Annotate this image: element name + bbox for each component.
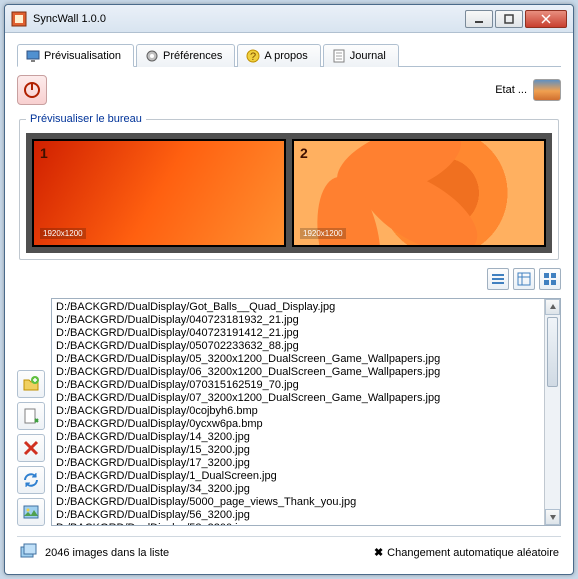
help-icon: ? bbox=[246, 49, 260, 63]
file-list-item[interactable]: D:/BACKGRD/DualDisplay/06_3200x1200_Dual… bbox=[56, 366, 540, 379]
preview-fieldset: Prévisualiser le bureau 1 1920x1200 2 19… bbox=[19, 113, 559, 260]
details-icon bbox=[517, 272, 531, 286]
apply-button[interactable] bbox=[17, 498, 45, 526]
middle-area: D:/BACKGRD/DualDisplay/Got_Balls__Quad_D… bbox=[17, 298, 561, 526]
app-icon bbox=[11, 11, 27, 27]
tab-about[interactable]: ? A propos bbox=[237, 44, 320, 67]
file-list-item[interactable]: D:/BACKGRD/DualDisplay/040723191412_21.j… bbox=[56, 327, 540, 340]
file-list-item[interactable]: D:/BACKGRD/DualDisplay/040723181932_21.j… bbox=[56, 314, 540, 327]
scroll-thumb[interactable] bbox=[547, 317, 558, 387]
preview-legend: Prévisualiser le bureau bbox=[26, 113, 146, 125]
app-window: SyncWall 1.0.0 Prévisualisation Préféren… bbox=[4, 4, 574, 575]
view-list-button[interactable] bbox=[487, 268, 509, 290]
file-list-item[interactable]: D:/BACKGRD/DualDisplay/Got_Balls__Quad_D… bbox=[56, 301, 540, 314]
refresh-icon bbox=[22, 471, 40, 489]
grid-icon bbox=[543, 272, 557, 286]
tab-preferences[interactable]: Préférences bbox=[136, 44, 235, 67]
power-icon bbox=[23, 81, 41, 99]
random-label: Changement automatique aléatoire bbox=[387, 547, 559, 559]
maximize-button[interactable] bbox=[495, 10, 523, 28]
tab-label: Prévisualisation bbox=[44, 50, 121, 62]
add-folder-button[interactable] bbox=[17, 370, 45, 398]
tab-label: Préférences bbox=[163, 50, 222, 62]
image-count-label: 2046 images dans la liste bbox=[45, 547, 169, 559]
remove-button[interactable] bbox=[17, 434, 45, 462]
list-icon bbox=[491, 272, 505, 286]
svg-text:?: ? bbox=[250, 51, 256, 63]
monitor-resolution: 1920x1200 bbox=[300, 228, 346, 239]
file-add-icon bbox=[22, 407, 40, 425]
tab-preview[interactable]: Prévisualisation bbox=[17, 44, 134, 67]
file-list-item[interactable]: D:/BACKGRD/DualDisplay/58_3200.jpg bbox=[56, 522, 540, 525]
file-list-item[interactable]: D:/BACKGRD/DualDisplay/34_3200.jpg bbox=[56, 483, 540, 496]
log-icon bbox=[332, 49, 346, 63]
file-list-item[interactable]: D:/BACKGRD/DualDisplay/05_3200x1200_Dual… bbox=[56, 353, 540, 366]
scrollbar[interactable] bbox=[544, 299, 560, 525]
window-title: SyncWall 1.0.0 bbox=[33, 13, 463, 25]
add-file-button[interactable] bbox=[17, 402, 45, 430]
gear-icon bbox=[145, 49, 159, 63]
view-details-button[interactable] bbox=[513, 268, 535, 290]
file-list-item[interactable]: D:/BACKGRD/DualDisplay/050702233632_88.j… bbox=[56, 340, 540, 353]
monitor-resolution: 1920x1200 bbox=[40, 228, 86, 239]
minimize-button[interactable] bbox=[465, 10, 493, 28]
scroll-down-button[interactable] bbox=[545, 509, 560, 525]
file-list-item[interactable]: D:/BACKGRD/DualDisplay/56_3200.jpg bbox=[56, 509, 540, 522]
desktop-preview[interactable]: 1 1920x1200 2 1920x1200 bbox=[26, 133, 552, 253]
state-thumbnail[interactable] bbox=[533, 79, 561, 101]
delete-icon bbox=[22, 439, 40, 457]
file-list-item[interactable]: D:/BACKGRD/DualDisplay/070315162519_70.j… bbox=[56, 379, 540, 392]
side-toolbar bbox=[17, 298, 45, 526]
file-list-item[interactable]: D:/BACKGRD/DualDisplay/5000_page_views_T… bbox=[56, 496, 540, 509]
random-off-icon: ✖ bbox=[374, 546, 383, 559]
state-area: Etat ... bbox=[495, 79, 561, 101]
title-bar[interactable]: SyncWall 1.0.0 bbox=[5, 5, 573, 33]
close-button[interactable] bbox=[525, 10, 567, 28]
file-list-item[interactable]: D:/BACKGRD/DualDisplay/07_3200x1200_Dual… bbox=[56, 392, 540, 405]
scroll-up-button[interactable] bbox=[545, 299, 560, 315]
file-list-item[interactable]: D:/BACKGRD/DualDisplay/1_DualScreen.jpg bbox=[56, 470, 540, 483]
tab-journal[interactable]: Journal bbox=[323, 44, 399, 67]
view-thumbnails-button[interactable] bbox=[539, 268, 561, 290]
monitor-icon bbox=[26, 49, 40, 63]
top-row: Etat ... bbox=[17, 73, 561, 107]
view-toolbar bbox=[17, 266, 561, 292]
refresh-button[interactable] bbox=[17, 466, 45, 494]
file-list-panel: D:/BACKGRD/DualDisplay/Got_Balls__Quad_D… bbox=[51, 298, 561, 526]
monitor-number: 1 bbox=[40, 145, 48, 161]
monitor-number: 2 bbox=[300, 145, 308, 161]
file-list-item[interactable]: D:/BACKGRD/DualDisplay/0cojbyh6.bmp bbox=[56, 405, 540, 418]
folder-add-icon bbox=[22, 375, 40, 393]
tab-strip: Prévisualisation Préférences ? A propos … bbox=[17, 43, 561, 67]
file-list-item[interactable]: D:/BACKGRD/DualDisplay/14_3200.jpg bbox=[56, 431, 540, 444]
state-label: Etat ... bbox=[495, 84, 527, 96]
monitor-2[interactable]: 2 1920x1200 bbox=[292, 139, 546, 247]
tab-label: Journal bbox=[350, 50, 386, 62]
file-list[interactable]: D:/BACKGRD/DualDisplay/Got_Balls__Quad_D… bbox=[52, 299, 544, 525]
picture-icon bbox=[22, 503, 40, 521]
file-list-item[interactable]: D:/BACKGRD/DualDisplay/15_3200.jpg bbox=[56, 444, 540, 457]
stack-icon bbox=[19, 541, 39, 564]
status-bar: 2046 images dans la liste ✖ Changement a… bbox=[17, 536, 561, 564]
tab-label: A propos bbox=[264, 50, 307, 62]
client-area: Prévisualisation Préférences ? A propos … bbox=[5, 33, 573, 574]
power-button[interactable] bbox=[17, 75, 47, 105]
file-list-item[interactable]: D:/BACKGRD/DualDisplay/17_3200.jpg bbox=[56, 457, 540, 470]
file-list-item[interactable]: D:/BACKGRD/DualDisplay/0ycxw6pa.bmp bbox=[56, 418, 540, 431]
monitor-1[interactable]: 1 1920x1200 bbox=[32, 139, 286, 247]
